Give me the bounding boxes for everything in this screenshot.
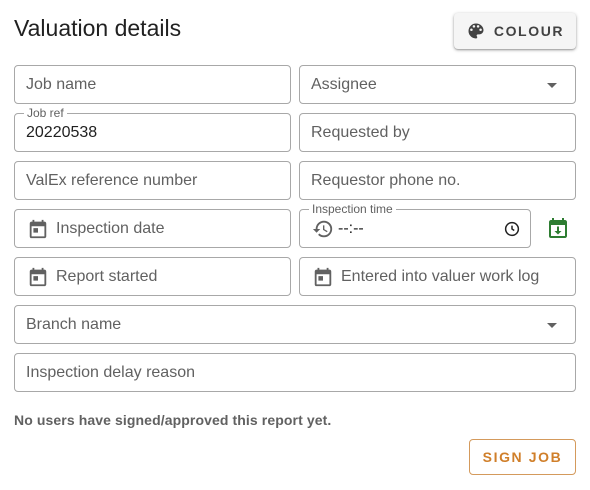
inspection-time-field[interactable]: Inspection time --:--: [299, 202, 531, 248]
chevron-down-icon: [547, 83, 557, 88]
entered-work-log-placeholder: Entered into valuer work log: [341, 267, 540, 285]
requestor-phone-placeholder: Requestor phone no.: [311, 171, 461, 189]
job-name-placeholder: Job name: [26, 75, 97, 93]
requested-by-field[interactable]: Requested by: [299, 113, 576, 152]
chevron-down-icon: [547, 323, 557, 328]
job-ref-field[interactable]: Job ref 20220538: [14, 106, 291, 152]
job-ref-label: Job ref: [24, 106, 67, 120]
requested-by-placeholder: Requested by: [311, 123, 410, 141]
job-ref-value: 20220538: [26, 123, 98, 141]
history-icon: [312, 218, 334, 240]
report-started-placeholder: Report started: [56, 267, 158, 285]
valex-reference-placeholder: ValEx reference number: [26, 171, 198, 189]
assignee-placeholder: Assignee: [311, 75, 377, 93]
calendar-icon: [27, 266, 49, 288]
branch-name-select[interactable]: Branch name: [14, 305, 576, 344]
report-started-field[interactable]: Report started: [14, 257, 291, 296]
calendar-icon: [312, 266, 334, 288]
entered-work-log-field[interactable]: Entered into valuer work log: [299, 257, 576, 296]
clock-icon[interactable]: [503, 220, 521, 238]
inspection-date-placeholder: Inspection date: [56, 219, 165, 237]
palette-icon: [466, 21, 486, 41]
inspection-time-value: --:--: [338, 219, 364, 237]
calendar-icon: [27, 218, 49, 240]
assignee-select[interactable]: Assignee: [299, 65, 576, 104]
signoff-status: No users have signed/approved this repor…: [14, 412, 332, 428]
inspection-time-label: Inspection time: [309, 202, 396, 216]
calendar-download-icon[interactable]: [546, 216, 570, 240]
branch-name-placeholder: Branch name: [26, 315, 122, 333]
inspection-delay-reason-placeholder: Inspection delay reason: [26, 363, 195, 381]
sign-job-button[interactable]: SIGN JOB: [469, 439, 576, 475]
valex-reference-field[interactable]: ValEx reference number: [14, 161, 291, 200]
colour-button-label: COLOUR: [493, 23, 565, 39]
page-title: Valuation details: [14, 15, 182, 41]
inspection-delay-reason-field[interactable]: Inspection delay reason: [14, 353, 576, 392]
job-name-field[interactable]: Job name: [14, 65, 291, 104]
inspection-date-field[interactable]: Inspection date: [14, 209, 291, 248]
colour-button[interactable]: COLOUR: [454, 13, 576, 49]
requestor-phone-field[interactable]: Requestor phone no.: [299, 161, 576, 200]
